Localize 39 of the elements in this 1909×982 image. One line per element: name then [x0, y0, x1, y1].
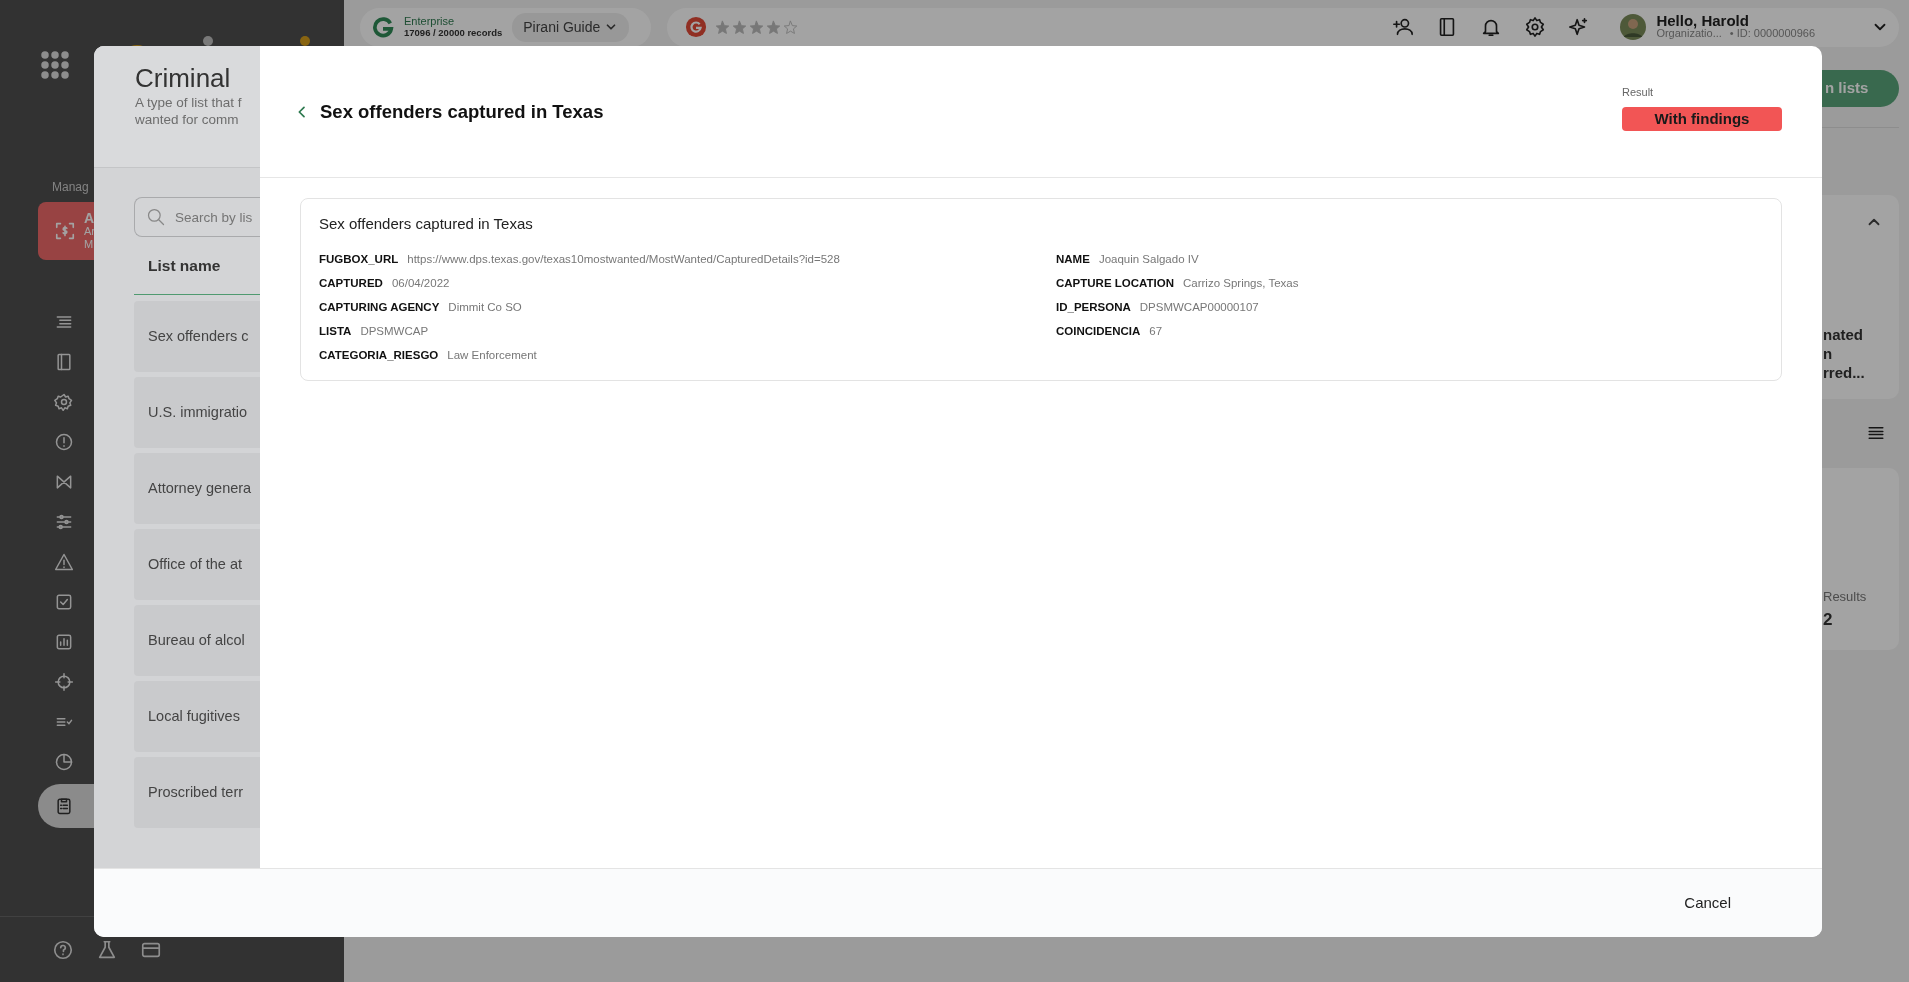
field-label: COINCIDENCIA: [1056, 323, 1141, 339]
field-label: CAPTURED: [319, 275, 383, 291]
field-value: Joaquin Salgado IV: [1098, 251, 1199, 267]
field-value: Dimmit Co SO: [448, 299, 522, 315]
field-label: FUGBOX_URL: [319, 251, 399, 267]
dialog-description: A type of list that f: [135, 94, 243, 111]
card-title: Sex offenders captured in Texas: [319, 214, 534, 234]
plan-name: Enterprise: [404, 15, 456, 27]
field-value: DPSMWCAP00000107: [1139, 299, 1259, 315]
result-label: Result: [1622, 85, 1655, 101]
result-badge: With findings: [1622, 106, 1782, 131]
column-header: List name: [134, 237, 260, 295]
field-label: CAPTURING AGENCY: [319, 299, 440, 315]
detail-title: Sex offenders captured in Texas: [320, 99, 604, 124]
field-label: NAME: [1056, 251, 1090, 267]
card-text: M: [84, 237, 95, 251]
field-value: DPSMWCAP: [360, 323, 429, 339]
field-value: 67: [1149, 323, 1163, 339]
dialog-title: Criminal: [135, 62, 232, 94]
card-text: Ar: [84, 224, 95, 238]
organization-name: Organizatio...: [1656, 27, 1722, 40]
card-text: nated: [1823, 325, 1864, 344]
field-value: https://www.dps.texas.gov/texas10mostwanted/MostWanted/CapturedDetails?id=528: [407, 251, 840, 267]
field-label: LISTA: [319, 323, 352, 339]
section-label: Manag: [52, 180, 90, 194]
card-text: n: [1823, 344, 1834, 363]
card-title: A: [84, 211, 95, 225]
stat-label: Results: [1823, 588, 1868, 606]
field-label: ID_PERSONA: [1056, 299, 1131, 315]
field-value: Law Enforcement: [447, 347, 537, 363]
field-label: CAPTURE LOCATION: [1056, 275, 1174, 291]
field-value: Carrizo Springs, Texas: [1183, 275, 1299, 291]
records-count: 17096 / 20000 records: [404, 27, 503, 39]
user-id: • ID: 0000000966: [1729, 27, 1815, 40]
field-label: CATEGORIA_RIESGO: [319, 347, 439, 363]
field-value: 06/04/2022: [391, 275, 450, 291]
card-text: rred...: [1823, 363, 1866, 382]
stat-value: 2: [1823, 608, 1834, 631]
dialog-description: wanted for comm: [135, 111, 240, 128]
